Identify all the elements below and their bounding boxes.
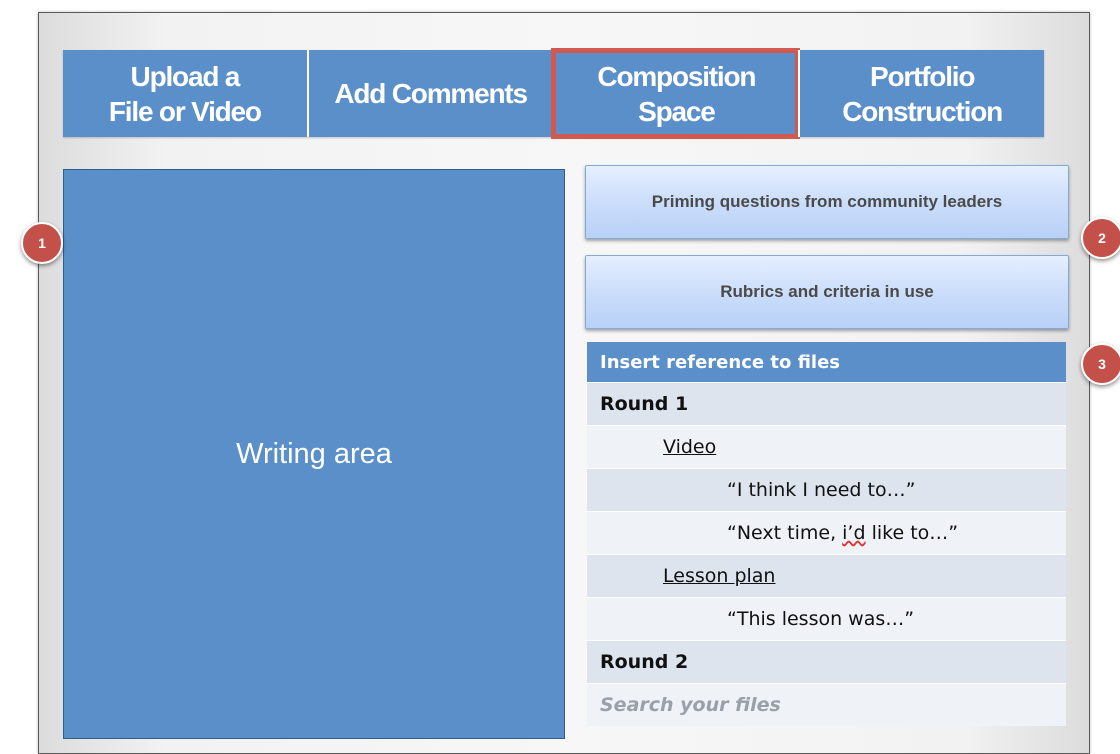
annotation-marker-1: 1	[21, 222, 63, 264]
tab-composition-space[interactable]: Composition Space	[550, 48, 801, 139]
tab-composition-space-label: Composition Space	[597, 60, 756, 127]
lesson-plan-link[interactable]: Lesson plan	[587, 565, 775, 587]
writing-area[interactable]: Writing area	[63, 169, 565, 739]
tab-upload[interactable]: Upload a File or Video	[63, 50, 307, 137]
tab-bar: Upload a File or Video Add Comments Comp…	[63, 48, 1044, 139]
tab-portfolio-construction[interactable]: Portfolio Construction	[798, 50, 1044, 137]
priming-questions-button[interactable]: Priming questions from community leaders	[585, 165, 1069, 239]
quote-1[interactable]: “I think I need to…”	[587, 479, 915, 501]
round-1-heading: Round 1	[587, 382, 1066, 425]
list-item[interactable]: “This lesson was…”	[587, 597, 1066, 640]
list-item[interactable]: “I think I need to…”	[587, 468, 1066, 511]
annotation-marker-3: 3	[1081, 343, 1120, 385]
tab-add-comments-label: Add Comments	[334, 78, 528, 109]
list-item[interactable]: Lesson plan	[587, 554, 1066, 597]
tab-add-comments[interactable]: Add Comments	[306, 50, 553, 137]
video-link[interactable]: Video	[587, 436, 716, 458]
rubrics-criteria-label: Rubrics and criteria in use	[720, 282, 934, 301]
tab-upload-label: Upload a File or Video	[108, 60, 262, 127]
priming-questions-label: Priming questions from community leaders	[651, 192, 1003, 211]
tab-portfolio-construction-label: Portfolio Construction	[842, 60, 1003, 127]
quote-2-prefix: “Next time,	[727, 522, 843, 544]
list-item[interactable]: Video	[587, 425, 1066, 468]
quote-3[interactable]: “This lesson was…”	[587, 608, 914, 630]
file-reference-panel: Insert reference to files Round 1 Video …	[587, 342, 1066, 742]
quote-2-suffix: like to…”	[865, 522, 959, 544]
list-item[interactable]: “Next time, i’d like to…”	[587, 511, 1066, 554]
round-2-heading: Round 2	[587, 640, 1066, 683]
writing-area-label: Writing area	[236, 437, 392, 470]
file-reference-header: Insert reference to files	[587, 342, 1066, 382]
quote-2[interactable]: “Next time, i’d like to…”	[587, 522, 958, 544]
search-files-input[interactable]: Search your files	[587, 683, 1066, 726]
annotation-marker-2: 2	[1081, 217, 1120, 259]
rubrics-criteria-button[interactable]: Rubrics and criteria in use	[585, 255, 1069, 329]
quote-2-misspelled-word: i’d	[842, 522, 866, 544]
